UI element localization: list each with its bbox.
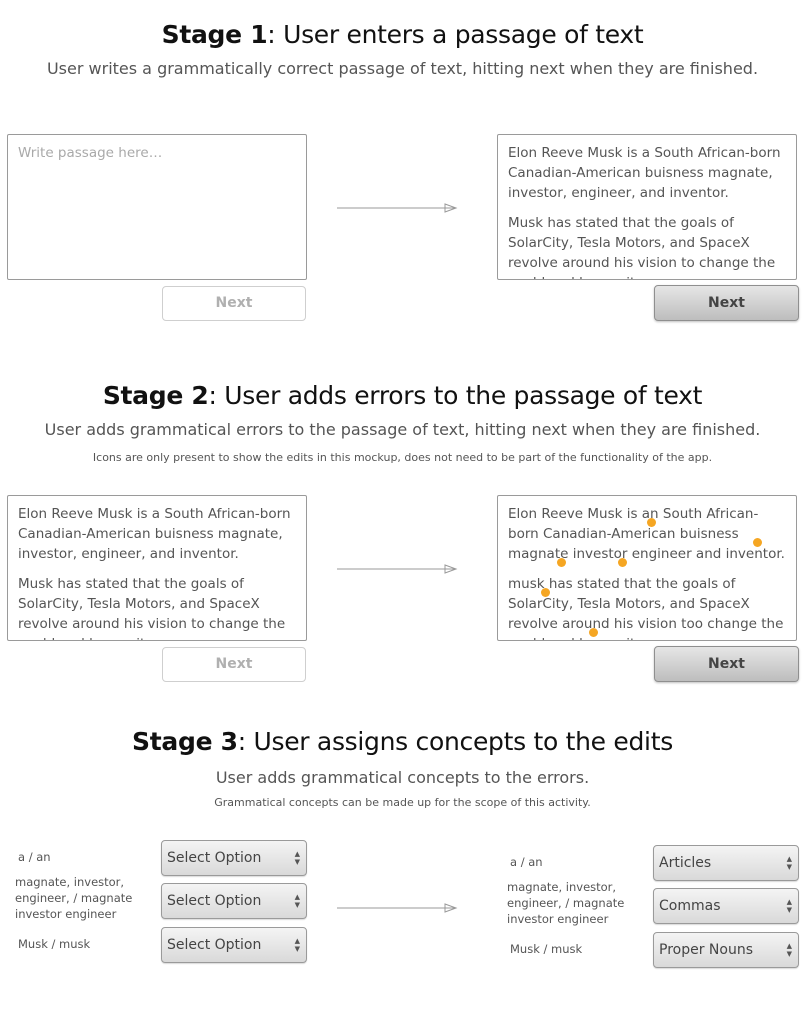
edit-marker-icon — [589, 628, 598, 637]
passage-original[interactable]: Elon Reeve Musk is a South African-born … — [7, 495, 307, 641]
next-button-disabled[interactable]: Next — [162, 286, 306, 321]
right-arrow-icon — [337, 203, 458, 213]
concept-select[interactable]: Select Option ▲ ▼ — [161, 883, 307, 919]
passage-paragraph-2: Musk has stated that the goals of SolarC… — [508, 215, 776, 279]
concept-select-value: Select Option — [167, 937, 262, 953]
next-button-disabled[interactable]: Next — [162, 647, 306, 682]
stage2-title-bold: Stage 2 — [102, 381, 209, 410]
passage-edited[interactable]: Elon Reeve Musk is an South African-born… — [497, 495, 797, 641]
stage1-title-bold: Stage 1 — [161, 20, 268, 49]
stage3-subtitle: User adds grammatical concepts to the er… — [215, 768, 590, 787]
stage2-title: Stage 2: User adds errors to the passage… — [0, 381, 805, 410]
concept-label-articles: a / an — [510, 855, 543, 869]
concept-select-value: Proper Nouns — [659, 942, 753, 958]
concept-label-commas: magnate, investor, engineer, / magnate i… — [15, 875, 133, 921]
up-down-caret-icon: ▲ ▼ — [786, 942, 792, 958]
concept-label-proper-nouns: Musk / musk — [510, 942, 583, 956]
concept-select-value: Articles — [659, 855, 712, 871]
edit-marker-icon — [618, 558, 627, 567]
edit-marker-icon — [647, 518, 656, 527]
concept-label-articles: a / an — [18, 850, 51, 864]
passage-input-empty[interactable]: Write passage here… — [7, 134, 307, 280]
next-button[interactable]: Next — [654, 285, 799, 321]
stage3-title: Stage 3: User assigns concepts to the ed… — [0, 727, 805, 756]
stage3-title-bold: Stage 3 — [132, 727, 238, 756]
stage1-subtitle: User writes a grammatically correct pass… — [46, 59, 759, 78]
concept-label-proper-nouns: Musk / musk — [18, 937, 91, 951]
up-down-caret-icon: ▲ ▼ — [786, 898, 792, 914]
up-down-caret-icon: ▲ ▼ — [294, 893, 300, 909]
stage3-note: Grammatical concepts can be made up for … — [214, 796, 591, 809]
passage-paragraph-1: Elon Reeve Musk is a South African-born … — [508, 145, 781, 201]
stage2-note: Icons are only present to show the edits… — [92, 451, 713, 464]
concept-select[interactable]: Articles ▲ ▼ — [653, 845, 799, 881]
right-arrow-icon — [337, 903, 458, 913]
edited-paragraph-1: Elon Reeve Musk is an South African-born… — [508, 506, 785, 562]
original-paragraph-1: Elon Reeve Musk is a South African-born … — [18, 506, 291, 562]
concept-select-value: Commas — [659, 898, 721, 914]
concept-select[interactable]: Proper Nouns ▲ ▼ — [653, 932, 799, 968]
concept-select-value: Select Option — [167, 850, 262, 866]
up-down-caret-icon: ▲ ▼ — [786, 855, 792, 871]
stage1-title: Stage 1: User enters a passage of text — [0, 20, 805, 49]
concept-select-value: Select Option — [167, 893, 262, 909]
edit-marker-icon — [541, 588, 550, 597]
right-arrow-icon — [337, 564, 458, 574]
passage-input-filled[interactable]: Elon Reeve Musk is a South African-born … — [497, 134, 797, 280]
up-down-caret-icon: ▲ ▼ — [294, 937, 300, 953]
stage3-title-rest: : User assigns concepts to the edits — [237, 727, 674, 756]
original-paragraph-2: Musk has stated that the goals of SolarC… — [18, 576, 286, 640]
edit-marker-icon — [753, 538, 762, 547]
concept-select[interactable]: Commas ▲ ▼ — [653, 888, 799, 924]
stage2-title-rest: : User adds errors to the passage of tex… — [208, 381, 703, 410]
edit-marker-icon — [557, 558, 566, 567]
stage1-title-rest: : User enters a passage of text — [267, 20, 644, 49]
stage2-subtitle: User adds grammatical errors to the pass… — [44, 420, 761, 439]
edited-paragraph-2: musk has stated that the goals of SolarC… — [508, 576, 784, 640]
up-down-caret-icon: ▲ ▼ — [294, 850, 300, 866]
concept-select[interactable]: Select Option ▲ ▼ — [161, 840, 307, 876]
concept-select[interactable]: Select Option ▲ ▼ — [161, 927, 307, 963]
passage-placeholder: Write passage here… — [18, 145, 163, 161]
concept-label-commas: magnate, investor, engineer, / magnate i… — [507, 880, 625, 926]
next-button[interactable]: Next — [654, 646, 799, 682]
